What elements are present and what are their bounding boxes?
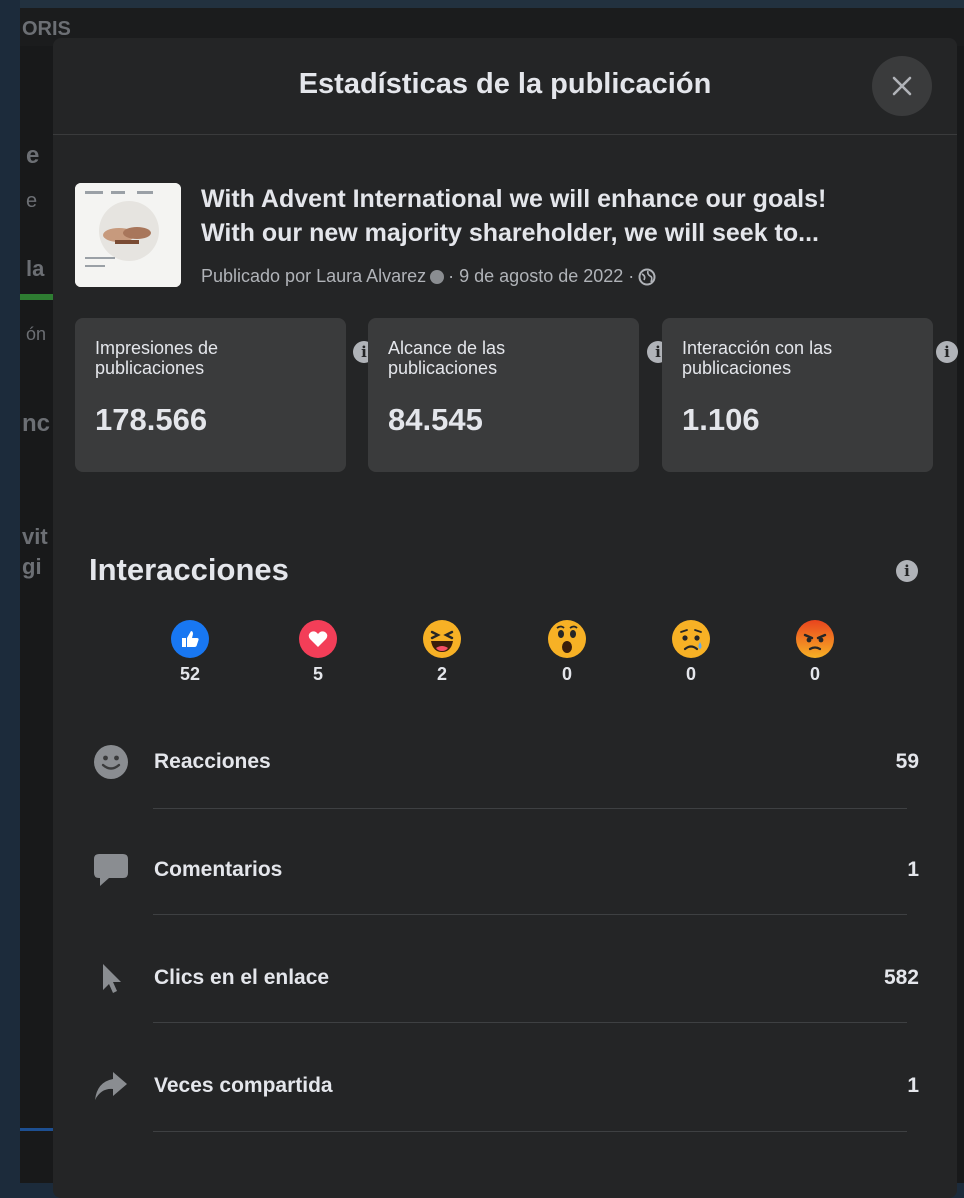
metric-row-reactions[interactable]: Reacciones 59	[89, 732, 919, 792]
reaction-count: 52	[179, 664, 201, 684]
interactions-title: Interacciones	[89, 552, 289, 587]
metric-value: 1	[907, 1074, 919, 1097]
divider	[153, 1131, 907, 1132]
share-icon	[93, 1068, 129, 1104]
globe-icon	[638, 268, 656, 285]
stat-value: 1.106	[682, 402, 760, 437]
background-text: e	[26, 190, 38, 212]
reaction-count: 0	[809, 664, 820, 684]
haha-icon	[423, 620, 461, 658]
metric-label: Comentarios	[154, 858, 283, 881]
metric-value: 582	[883, 966, 919, 989]
reaction-haha[interactable]: 2	[412, 620, 472, 685]
stat-value: 178.566	[95, 402, 208, 437]
love-icon	[299, 620, 337, 658]
reach-card: Alcance de las publicaciones 84.545	[368, 318, 639, 472]
reaction-count: 5	[312, 664, 323, 684]
engagement-card: Interacción con las publicaciones 1.106	[662, 318, 933, 472]
post-meta: Publicado por Laura Alvarez · 9 de agost…	[201, 266, 656, 287]
post-text[interactable]: With Advent International we will enhanc…	[201, 182, 941, 250]
metric-label: Veces compartida	[154, 1074, 333, 1097]
post-text-line: With Advent International we will enhanc…	[201, 185, 827, 213]
reaction-angry[interactable]: 0	[785, 620, 845, 685]
stat-value: 84.545	[388, 402, 483, 437]
background-text: vit	[22, 524, 48, 549]
like-icon	[171, 620, 209, 658]
info-icon[interactable]: i	[936, 341, 958, 363]
background-text: gi	[22, 554, 42, 579]
post-author[interactable]: Publicado por Laura Alvarez	[201, 266, 426, 287]
reaction-wow[interactable]: 0	[537, 620, 597, 685]
metric-value: 1	[907, 858, 919, 881]
reaction-count: 0	[561, 664, 572, 684]
reaction-count: 2	[436, 664, 447, 684]
post-insights-dialog: Estadísticas de la publicación With Adve…	[53, 38, 958, 1198]
dialog-title: Estadísticas de la publicación	[298, 68, 712, 100]
divider	[153, 1022, 907, 1023]
stat-label: Interacción con las publicaciones	[682, 338, 833, 378]
cursor-icon	[93, 960, 129, 996]
dialog-header: Estadísticas de la publicación	[53, 38, 957, 135]
smiley-icon	[93, 744, 129, 780]
reaction-count: 0	[685, 664, 696, 684]
stat-label: Alcance de las publicaciones	[388, 338, 506, 378]
reaction-sad[interactable]: 0	[661, 620, 721, 685]
close-icon	[892, 76, 912, 96]
metric-value: 59	[895, 750, 919, 773]
metric-row-comments[interactable]: Comentarios 1	[89, 840, 919, 900]
post-date[interactable]: · 9 de agosto de 2022 ·	[448, 266, 634, 287]
divider	[153, 808, 907, 809]
wow-icon	[548, 620, 586, 658]
background-text: la	[26, 256, 45, 281]
reaction-like[interactable]: 52	[160, 620, 220, 685]
background-text: e	[26, 142, 40, 169]
post-text-line: With our new majority shareholder, we wi…	[201, 219, 819, 247]
post-thumbnail[interactable]	[75, 183, 181, 287]
metric-row-shares[interactable]: Veces compartida 1	[89, 1056, 919, 1116]
metric-label: Reacciones	[154, 750, 271, 773]
background-text: nc	[22, 410, 51, 437]
reaction-love[interactable]: 5	[288, 620, 348, 685]
info-icon[interactable]: i	[896, 560, 918, 582]
close-button[interactable]	[872, 56, 932, 116]
comment-icon	[93, 852, 129, 888]
metric-row-link-clicks[interactable]: Clics en el enlace 582	[89, 948, 919, 1008]
divider	[153, 914, 907, 915]
stat-label: Impresiones de publicaciones	[95, 338, 219, 378]
angry-icon	[796, 620, 834, 658]
impressions-card: Impresiones de publicaciones 178.566	[75, 318, 346, 472]
metric-label: Clics en el enlace	[154, 966, 330, 989]
sad-icon	[672, 620, 710, 658]
background-text: ón	[26, 324, 47, 344]
settings-icon	[430, 269, 445, 284]
